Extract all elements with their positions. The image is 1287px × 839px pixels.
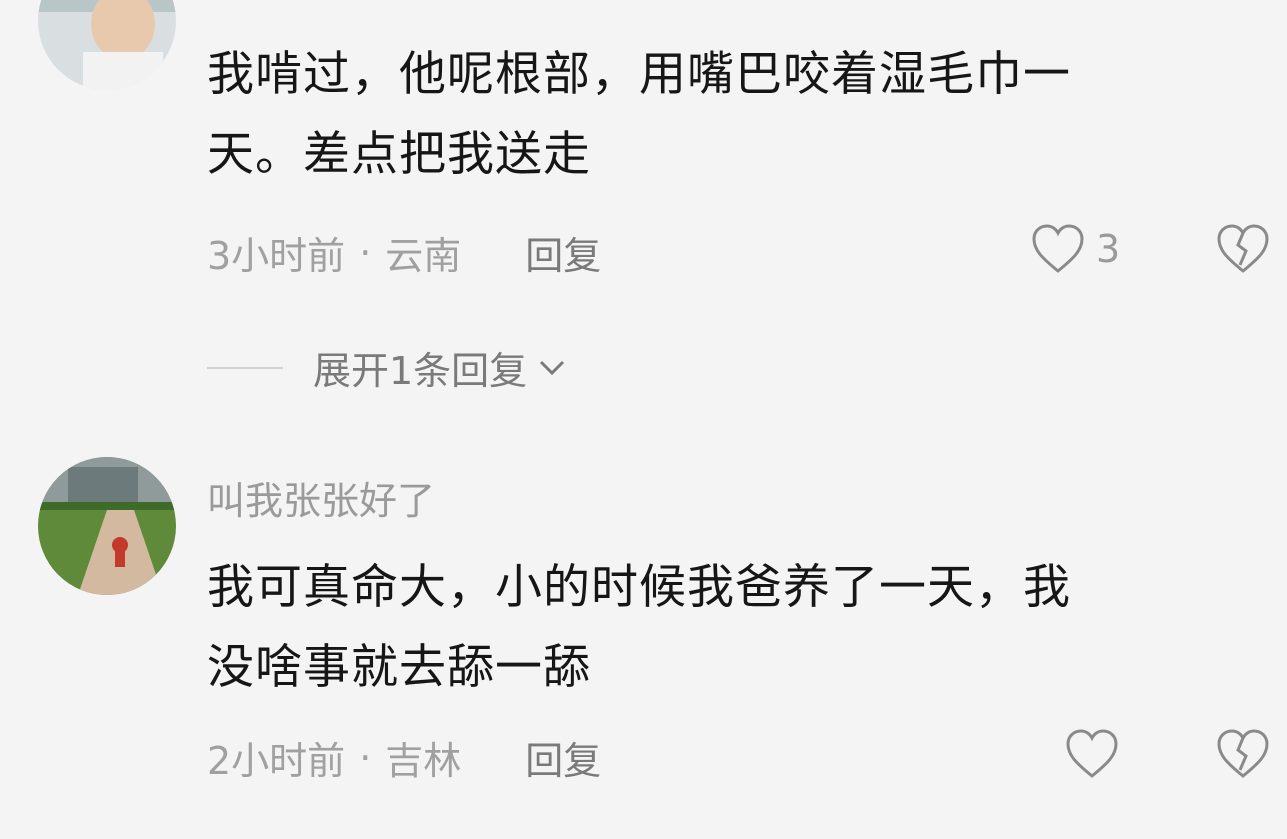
reply-button[interactable]: 回复 <box>525 225 601 280</box>
heart-outline-icon <box>1066 729 1118 778</box>
comment-text-line: 我啃过，他呢根部，用嘴巴咬着湿毛巾一 <box>207 47 1071 102</box>
comment-meta: 2小时前 · 吉林 回复 <box>207 730 601 785</box>
dislike-button[interactable] <box>1215 223 1271 279</box>
expand-replies-label: 展开1条回复 <box>313 349 528 393</box>
heart-outline-icon <box>1032 224 1084 273</box>
like-button[interactable]: 3 <box>1030 223 1120 275</box>
divider-line <box>207 366 283 369</box>
dislike-button[interactable] <box>1215 728 1271 784</box>
separator-dot: · <box>359 735 372 780</box>
like-button[interactable] <box>1064 728 1120 780</box>
avatar[interactable] <box>38 0 176 90</box>
avatar[interactable] <box>38 457 176 595</box>
comment-meta: 3小时前 · 云南 回复 <box>207 225 601 280</box>
comment-text-line: 天。差点把我送走 <box>207 127 591 182</box>
separator-dot: · <box>359 230 372 275</box>
broken-heart-icon <box>1217 224 1269 273</box>
expand-replies-button[interactable]: 展开1条回复 <box>207 340 567 395</box>
comment-username[interactable]: 叫我张张好了 <box>207 470 435 525</box>
comment-time: 3小时前 <box>207 234 346 278</box>
comment-time: 2小时前 <box>207 739 346 783</box>
comment-text: 我可真命大，小的时候我爸养了一天，我 没啥事就去舔一舔 <box>207 548 1247 708</box>
comment-text: 我啃过，他呢根部，用嘴巴咬着湿毛巾一 天。差点把我送走 <box>207 35 1247 195</box>
comment-text-line: 没啥事就去舔一舔 <box>207 640 591 695</box>
chevron-down-icon <box>540 360 565 375</box>
like-count: 3 <box>1096 227 1121 271</box>
comment-location: 云南 <box>385 234 462 278</box>
comment-text-line: 我可真命大，小的时候我爸养了一天，我 <box>207 560 1071 615</box>
reply-button[interactable]: 回复 <box>525 730 601 785</box>
comment-location: 吉林 <box>385 739 462 783</box>
broken-heart-icon <box>1217 729 1269 778</box>
